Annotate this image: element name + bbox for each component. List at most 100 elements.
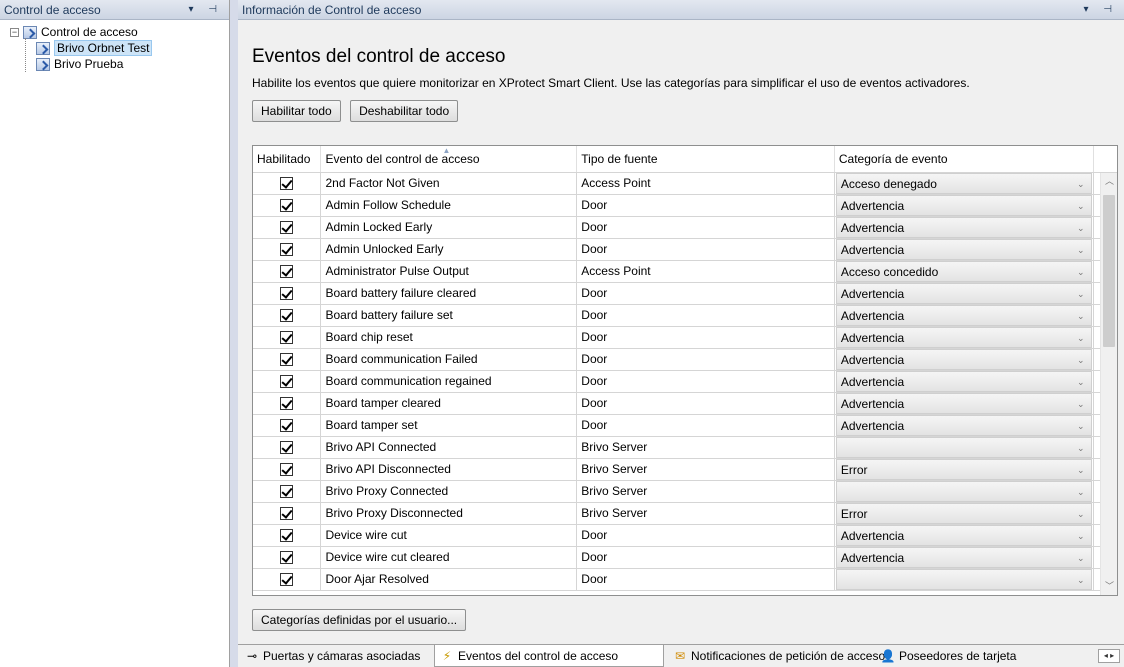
- chevron-down-icon[interactable]: ⌄: [1077, 548, 1085, 568]
- disable-all-button[interactable]: Deshabilitar todo: [350, 100, 459, 122]
- chevron-down-icon[interactable]: ⌄: [1077, 262, 1085, 282]
- category-dropdown[interactable]: Advertencia ⌄: [835, 194, 1092, 216]
- chevron-down-icon[interactable]: ⌄: [1077, 394, 1085, 414]
- chevron-down-icon[interactable]: ⌄: [1077, 350, 1085, 370]
- category-dropdown[interactable]: Acceso concedido ⌄: [835, 260, 1092, 282]
- enabled-checkbox[interactable]: [280, 419, 294, 433]
- category-dropdown[interactable]: Advertencia ⌄: [835, 326, 1092, 348]
- category-dropdown[interactable]: ⌄: [835, 480, 1092, 502]
- enabled-checkbox[interactable]: [280, 441, 294, 455]
- category-dropdown[interactable]: Advertencia ⌄: [835, 216, 1092, 238]
- category-dropdown[interactable]: Error ⌄: [835, 502, 1092, 524]
- tree-item-brivo-prueba[interactable]: Brivo Prueba: [10, 56, 229, 72]
- table-row[interactable]: Board chip reset Door Advertencia ⌄: [253, 326, 1117, 349]
- enabled-checkbox[interactable]: [280, 177, 294, 191]
- chevron-down-icon[interactable]: ⌄: [1077, 438, 1085, 458]
- vertical-scrollbar[interactable]: ︿ ﹀: [1100, 173, 1117, 595]
- category-dropdown[interactable]: Advertencia ⌄: [835, 392, 1092, 414]
- enabled-checkbox[interactable]: [280, 309, 294, 323]
- tab-access-request-notifications[interactable]: ✉ Notificaciones de petición de acceso: [668, 645, 885, 667]
- table-row[interactable]: Administrator Pulse Output Access Point Ac…: [253, 260, 1117, 283]
- chevron-down-icon[interactable]: ⌄: [1077, 306, 1085, 326]
- tab-associated-doors-cameras[interactable]: ⊸ Puertas y cámaras asociadas: [240, 645, 430, 667]
- enabled-checkbox[interactable]: [280, 199, 294, 213]
- enabled-checkbox[interactable]: [280, 551, 294, 565]
- enabled-checkbox[interactable]: [280, 529, 294, 543]
- chevron-down-icon[interactable]: ⌄: [1077, 284, 1085, 304]
- category-dropdown[interactable]: Advertencia ⌄: [835, 524, 1092, 546]
- chevron-down-icon[interactable]: ⌄: [1077, 174, 1085, 194]
- category-dropdown[interactable]: Acceso denegado ⌄: [835, 172, 1092, 194]
- enabled-checkbox[interactable]: [280, 243, 294, 257]
- chevron-down-icon[interactable]: ⌄: [1077, 328, 1085, 348]
- tab-scroll-icon[interactable]: ◂ ▸: [1098, 649, 1120, 663]
- enabled-checkbox[interactable]: [280, 463, 294, 477]
- column-header-source[interactable]: Tipo de fuente: [576, 146, 835, 173]
- chevron-down-icon[interactable]: ⌄: [1077, 504, 1085, 524]
- tab-access-control-events[interactable]: ⚡ Eventos del control de acceso: [434, 645, 664, 667]
- category-dropdown[interactable]: ⌄: [835, 436, 1092, 458]
- chevron-down-icon[interactable]: ⌄: [1077, 526, 1085, 546]
- table-row[interactable]: Board battery failure set Door Advertencia…: [253, 304, 1117, 327]
- enabled-checkbox[interactable]: [280, 573, 294, 587]
- enabled-checkbox[interactable]: [280, 507, 294, 521]
- enabled-checkbox[interactable]: [280, 397, 294, 411]
- category-dropdown[interactable]: Advertencia ⌄: [835, 348, 1092, 370]
- table-row[interactable]: Board battery failure cleared Door Adverte…: [253, 282, 1117, 305]
- pane-splitter[interactable]: [230, 0, 238, 667]
- table-row[interactable]: Board tamper cleared Door Advertencia ⌄: [253, 392, 1117, 415]
- category-dropdown[interactable]: Advertencia ⌄: [835, 238, 1092, 260]
- column-header-event[interactable]: Evento del control de acceso ▲: [320, 146, 578, 173]
- category-dropdown[interactable]: Advertencia ⌄: [835, 370, 1092, 392]
- enabled-checkbox[interactable]: [280, 331, 294, 345]
- table-row[interactable]: Admin Locked Early Door Advertencia ⌄: [253, 216, 1117, 239]
- tree-root[interactable]: − Control de acceso: [10, 24, 229, 72]
- pane-controls-icon[interactable]: ▾ ⊣: [188, 0, 223, 20]
- enabled-checkbox[interactable]: [280, 375, 294, 389]
- table-row[interactable]: 2nd Factor Not Given Access Point Acceso d…: [253, 172, 1117, 195]
- chevron-down-icon[interactable]: ⌄: [1077, 196, 1085, 216]
- table-row[interactable]: Admin Unlocked Early Door Advertencia ⌄: [253, 238, 1117, 261]
- table-row[interactable]: Board tamper set Door Advertencia ⌄: [253, 414, 1117, 437]
- enabled-checkbox[interactable]: [280, 287, 294, 301]
- chevron-down-icon[interactable]: ⌄: [1077, 460, 1085, 480]
- pane-controls-icon[interactable]: ▾ ⊣: [1083, 0, 1118, 20]
- table-row[interactable]: Door Ajar Resolved Door ⌄: [253, 568, 1117, 591]
- tree-item-brivo-orbnet-test[interactable]: Brivo Orbnet Test: [10, 40, 229, 56]
- chevron-down-icon[interactable]: ⌄: [1077, 240, 1085, 260]
- chevron-down-icon[interactable]: ⌄: [1077, 218, 1085, 238]
- table-row[interactable]: Board communication Failed Door Advertenci…: [253, 348, 1117, 371]
- enabled-checkbox[interactable]: [280, 265, 294, 279]
- table-row[interactable]: Admin Follow Schedule Door Advertencia ⌄: [253, 194, 1117, 217]
- scroll-up-icon[interactable]: ︿: [1101, 173, 1117, 190]
- tab-cardholders[interactable]: 👤 Poseedores de tarjeta: [876, 645, 1036, 667]
- table-row[interactable]: Device wire cut Door Advertencia ⌄: [253, 524, 1117, 547]
- scroll-down-icon[interactable]: ﹀: [1101, 578, 1117, 595]
- chevron-down-icon[interactable]: ⌄: [1077, 372, 1085, 392]
- collapse-icon[interactable]: −: [10, 28, 19, 38]
- column-header-category[interactable]: Categoría de evento: [834, 146, 1094, 173]
- category-dropdown[interactable]: Advertencia ⌄: [835, 546, 1092, 568]
- table-row[interactable]: Brivo API Disconnected Brivo Server Error ⌄: [253, 458, 1117, 481]
- table-row[interactable]: Brivo API Connected Brivo Server ⌄: [253, 436, 1117, 459]
- category-dropdown[interactable]: Error ⌄: [835, 458, 1092, 480]
- scroll-thumb[interactable]: [1103, 195, 1115, 347]
- category-value: Error: [840, 506, 868, 521]
- table-row[interactable]: Brivo Proxy Connected Brivo Server ⌄: [253, 480, 1117, 503]
- table-row[interactable]: Board communication regained Door Adverten…: [253, 370, 1117, 393]
- enabled-checkbox[interactable]: [280, 485, 294, 499]
- table-row[interactable]: Device wire cut cleared Door Advertencia ⌄: [253, 546, 1117, 569]
- user-categories-button[interactable]: Categorías definidas por el usuario...: [252, 609, 467, 631]
- chevron-down-icon[interactable]: ⌄: [1077, 416, 1085, 436]
- enabled-checkbox[interactable]: [280, 221, 294, 235]
- category-dropdown[interactable]: ⌄: [835, 568, 1092, 590]
- chevron-down-icon[interactable]: ⌄: [1077, 482, 1085, 502]
- enabled-checkbox[interactable]: [280, 353, 294, 367]
- column-header-enabled[interactable]: Habilitado: [253, 146, 322, 173]
- chevron-down-icon[interactable]: ⌄: [1077, 570, 1085, 590]
- category-dropdown[interactable]: Advertencia ⌄: [835, 414, 1092, 436]
- table-row[interactable]: Brivo Proxy Disconnected Brivo Server Erro…: [253, 502, 1117, 525]
- enable-all-button[interactable]: Habilitar todo: [252, 100, 341, 122]
- category-dropdown[interactable]: Advertencia ⌄: [835, 282, 1092, 304]
- category-dropdown[interactable]: Advertencia ⌄: [835, 304, 1092, 326]
